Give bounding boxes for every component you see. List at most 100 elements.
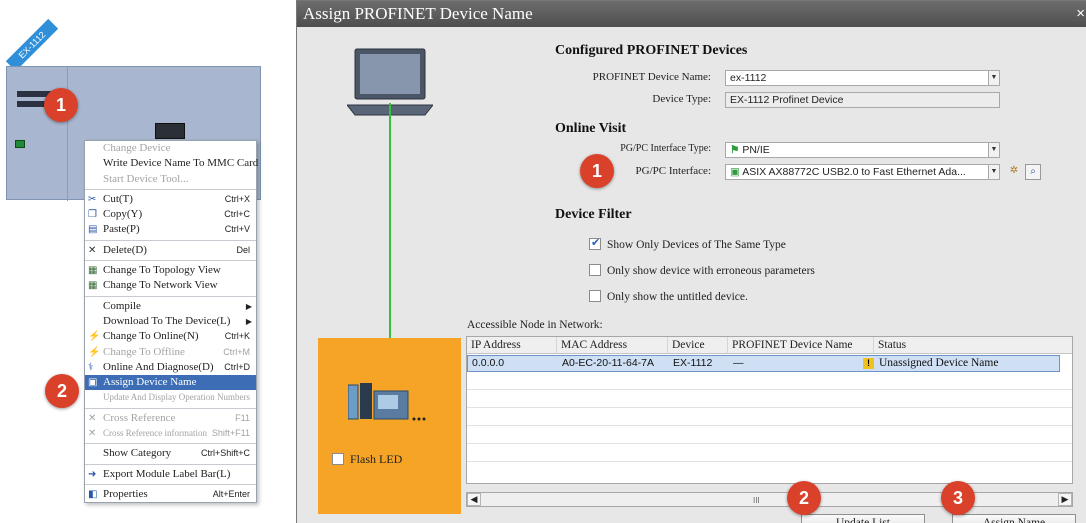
menu-item-label: Cross Reference	[103, 411, 176, 424]
menu-shortcut: Ctrl+Shift+C	[200, 448, 250, 459]
properties-gear-icon[interactable]: ✲	[1006, 164, 1022, 180]
chevron-down-icon[interactable]: ▼	[988, 165, 999, 179]
grid-line	[467, 389, 1072, 390]
menu-item-go-online[interactable]: ⚡ Change To Online(N) Ctrl+K	[85, 329, 256, 344]
checkbox-checked[interactable]	[589, 236, 601, 250]
menu-item-copy[interactable]: ❐ Copy(Y) Ctrl+C	[85, 207, 256, 222]
menu-item-label: Write Device Name To MMC Card	[103, 157, 259, 170]
cell-device: EX-1112	[673, 357, 713, 369]
submenu-arrow-icon: ▶	[245, 301, 252, 311]
interface-type-value: PN/IE	[742, 144, 770, 156]
dialog-titlebar[interactable]: Assign PROFINET Device Name ×	[297, 1, 1086, 27]
menu-shortcut: Ctrl+D	[224, 361, 250, 372]
filter-same-type[interactable]: Show Only Devices of The Same Type	[589, 236, 786, 251]
pnie-icon: ⚑	[730, 144, 743, 156]
interface-type-combobox[interactable]: ⚑ PN/IE ▼	[725, 142, 1000, 158]
menu-item-paste[interactable]: ▤ Paste(P) Ctrl+V	[85, 222, 256, 237]
menu-item-download[interactable]: Download To The Device(L) ▶	[85, 314, 256, 329]
cell-profinet-name: —	[733, 357, 744, 369]
menu-item-topology-view[interactable]: ▦ Change To Topology View	[85, 263, 256, 278]
network-icon: ▦	[88, 280, 98, 292]
step-badge: 3	[941, 481, 975, 515]
menu-item-show-category[interactable]: Show Category Ctrl+Shift+C	[85, 446, 256, 461]
context-menu: Change Device Write Device Name To MMC C…	[84, 140, 259, 504]
status-text: Unassigned Device Name	[879, 357, 999, 369]
menu-shortcut: Ctrl+K	[224, 331, 250, 342]
scroll-thumb[interactable]: III	[753, 496, 760, 505]
menu-item-cut[interactable]: ✂ Cut(T) Ctrl+X	[85, 192, 256, 207]
menu-item-assign-device-name[interactable]: ▣ Assign Device Name	[85, 375, 256, 391]
menu-separator	[85, 295, 256, 297]
column-header-status[interactable]: Status	[874, 337, 1072, 354]
menu-item-write-device-name[interactable]: Write Device Name To MMC Card	[85, 156, 259, 171]
menu-item-change-device[interactable]: Change Device	[85, 141, 256, 156]
menu-item-label: Paste(P)	[103, 223, 140, 236]
checkbox-unchecked[interactable]	[589, 290, 601, 302]
menu-separator	[85, 463, 256, 465]
menu-item-export-label-bar[interactable]: ➜ Export Module Label Bar(L)	[85, 467, 256, 482]
device-tag: EX-1112	[5, 18, 59, 72]
menu-item-compile[interactable]: Compile ▶	[85, 299, 256, 314]
warning-icon: !	[863, 358, 874, 369]
filter-label: Only show device with erroneous paramete…	[607, 265, 815, 277]
chevron-down-icon[interactable]: ▼	[988, 71, 999, 85]
menu-item-cross-reference-info[interactable]: ✕ Cross Reference information Shift+F11	[85, 426, 256, 441]
menu-item-label: Online And Diagnose(D)	[103, 360, 214, 373]
menu-item-label: Change To Offline	[103, 345, 185, 358]
filter-untitled[interactable]: Only show the untitled device.	[589, 290, 748, 303]
filter-erroneous[interactable]: Only show device with erroneous paramete…	[589, 264, 815, 277]
cut-icon: ✂	[88, 193, 97, 205]
menu-item-cross-reference[interactable]: ✕ Cross Reference F11	[85, 411, 256, 426]
interface-combobox[interactable]: ▣ ASIX AX88772C USB2.0 to Fast Ethernet …	[725, 164, 1000, 180]
step-badge: 2	[787, 481, 821, 515]
menu-item-go-offline[interactable]: ⚡ Change To Offline Ctrl+M	[85, 345, 256, 360]
device-type-label: Device Type:	[652, 93, 711, 105]
menu-item-update-operation-numbers[interactable]: Update And Display Operation Numbers	[85, 390, 256, 405]
close-icon[interactable]: ×	[1076, 1, 1085, 27]
filter-label: Only show the untitled device.	[607, 291, 748, 303]
column-header-ip[interactable]: IP Address	[467, 337, 557, 354]
menu-item-delete[interactable]: ✕ Delete(D) Del	[85, 243, 256, 258]
menu-separator	[85, 443, 256, 445]
scroll-right-icon[interactable]: ▶	[1058, 493, 1072, 506]
menu-item-properties[interactable]: ◧ Properties Alt+Enter	[85, 487, 256, 502]
menu-item-label: Change Device	[103, 142, 171, 154]
column-header-mac[interactable]: MAC Address	[557, 337, 668, 354]
horizontal-scrollbar[interactable]: ◀ III ▶	[466, 492, 1073, 507]
menu-item-start-device-tool[interactable]: Start Device Tool...	[85, 172, 256, 187]
dialog-body: Flash LED Configured PROFINET Devices PR…	[297, 27, 1086, 523]
chevron-down-icon[interactable]: ▼	[988, 143, 999, 157]
menu-item-label: Compile	[103, 299, 141, 312]
update-list-button[interactable]: Update List	[801, 514, 925, 523]
menu-item-network-view[interactable]: ▦ Change To Network View	[85, 278, 256, 293]
column-header-device[interactable]: Device	[668, 337, 728, 354]
properties-icon: ◧	[88, 488, 98, 500]
menu-separator	[85, 407, 256, 409]
io-module-icon	[155, 123, 185, 139]
device-name-combobox[interactable]: ex-1112 ▼	[725, 70, 1000, 86]
menu-item-label: Download To The Device(L)	[103, 314, 231, 327]
flash-led-label: Flash LED	[350, 452, 403, 466]
device-panel: Flash LED	[318, 338, 461, 514]
export-icon: ➜	[88, 468, 97, 480]
flash-led-checkbox[interactable]: Flash LED	[332, 452, 402, 467]
interface-type-label: PG/PC Interface Type:	[620, 143, 711, 154]
menu-shortcut: Ctrl+X	[224, 193, 250, 204]
menu-item-label: Start Device Tool...	[103, 172, 189, 185]
assign-name-button[interactable]: Assign Name	[952, 514, 1076, 523]
column-header-profinet-name[interactable]: PROFINET Device Name	[728, 337, 874, 354]
menu-shortcut: Ctrl+C	[224, 209, 250, 220]
menu-item-label: Export Module Label Bar(L)	[103, 467, 231, 480]
step-badge: 1	[44, 88, 78, 122]
diagnostics-search-icon[interactable]: ⌕	[1025, 164, 1041, 180]
checkbox-box[interactable]	[332, 453, 344, 465]
menu-item-label: Assign Device Name	[103, 376, 197, 389]
cross-ref-icon: ✕	[88, 412, 97, 424]
table-row[interactable]: 0.0.0.0 A0-EC-20-11-64-7A EX-1112 — ! Una…	[467, 355, 1060, 372]
grid-line	[467, 407, 1072, 408]
menu-item-online-diagnose[interactable]: ⚕ Online And Diagnose(D) Ctrl+D	[85, 360, 256, 375]
menu-separator	[85, 260, 256, 262]
menu-item-label: Copy(Y)	[103, 208, 143, 221]
scroll-left-icon[interactable]: ◀	[467, 493, 481, 506]
checkbox-unchecked[interactable]	[589, 264, 601, 276]
